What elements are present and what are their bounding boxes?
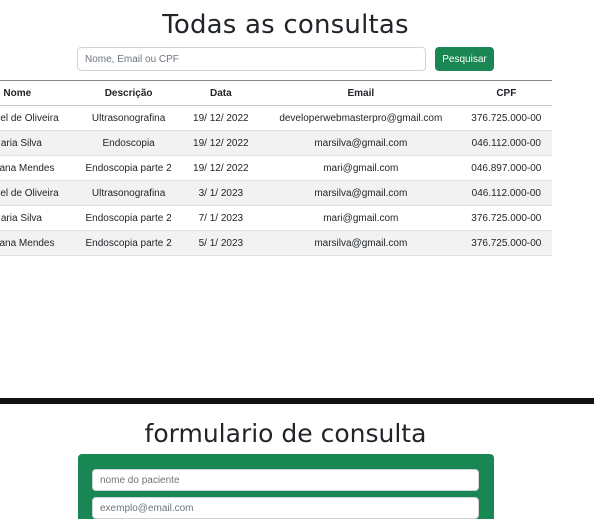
cell-email: mari@gmail.com bbox=[260, 205, 461, 231]
cell-name: Maria Silva bbox=[0, 205, 77, 231]
table-row: Gabriel de Oliveira Ultrasonografina 3/ … bbox=[0, 180, 552, 206]
cell-date: 7/ 1/ 2023 bbox=[180, 205, 261, 231]
table-header-row: Nome Descrição Data Email CPF bbox=[0, 80, 552, 106]
table-row: Mariana Mendes Endoscopia parte 2 19/ 12… bbox=[0, 155, 552, 181]
cell-cpf: 376.725.000-00 bbox=[460, 105, 552, 131]
table-row: Gabriel de Oliveira Ultrasonografina 19/… bbox=[0, 105, 552, 131]
consulta-form bbox=[78, 454, 494, 519]
cell-email: developerwebmasterpro@gmail.com bbox=[260, 105, 461, 131]
cell-description: Endoscopia bbox=[76, 130, 181, 156]
cell-description: Ultrasonografina bbox=[76, 180, 181, 206]
patient-name-field[interactable] bbox=[92, 469, 479, 491]
cell-date: 5/ 1/ 2023 bbox=[180, 230, 261, 256]
email-field[interactable] bbox=[92, 497, 479, 519]
cell-email: marsilva@gmail.com bbox=[260, 130, 461, 156]
column-header-date: Data bbox=[209, 87, 232, 99]
form-title: formulario de consulta bbox=[144, 419, 427, 448]
cell-name: Mariana Mendes bbox=[0, 155, 77, 181]
cell-description: Ultrasonografina bbox=[76, 105, 181, 131]
consultas-table: Nome Descrição Data Email CPF Gabriel de… bbox=[0, 80, 552, 256]
column-header-cpf: CPF bbox=[496, 87, 517, 99]
search-input[interactable] bbox=[77, 47, 426, 71]
cell-description: Endoscopia parte 2 bbox=[76, 230, 181, 256]
cell-name: Maria Silva bbox=[0, 130, 77, 156]
table-row: Maria Silva Endoscopia 19/ 12/ 2022 mars… bbox=[0, 130, 552, 156]
cell-cpf: 376.725.000-00 bbox=[460, 230, 552, 256]
cell-cpf: 046.112.000-00 bbox=[460, 130, 552, 156]
cell-email: marsilva@gmail.com bbox=[260, 230, 461, 256]
table-row: Mariana Mendes Endoscopia parte 2 5/ 1/ … bbox=[0, 230, 552, 256]
cell-description: Endoscopia parte 2 bbox=[76, 205, 181, 231]
cell-date: 19/ 12/ 2022 bbox=[180, 105, 261, 131]
cell-email: marsilva@gmail.com bbox=[260, 180, 461, 206]
consultas-section: Todas as consultas Pesquisar Nome Descri… bbox=[0, 0, 594, 398]
cell-date: 19/ 12/ 2022 bbox=[180, 130, 261, 156]
page-title: Todas as consultas bbox=[162, 10, 409, 40]
cell-cpf: 376.725.000-00 bbox=[460, 205, 552, 231]
cell-date: 19/ 12/ 2022 bbox=[180, 155, 261, 181]
consultas-table-container: Nome Descrição Data Email CPF Gabriel de… bbox=[0, 80, 594, 256]
column-header-email: Email bbox=[347, 87, 375, 99]
cell-cpf: 046.897.000-00 bbox=[460, 155, 552, 181]
section-divider bbox=[0, 398, 594, 404]
column-header-name: Nome bbox=[3, 87, 32, 99]
cell-description: Endoscopia parte 2 bbox=[76, 155, 181, 181]
cell-cpf: 046.112.000-00 bbox=[460, 180, 552, 206]
table-row: Maria Silva Endoscopia parte 2 7/ 1/ 202… bbox=[0, 205, 552, 231]
cell-email: mari@gmail.com bbox=[260, 155, 461, 181]
column-header-description: Descrição bbox=[104, 87, 153, 99]
cell-date: 3/ 1/ 2023 bbox=[180, 180, 261, 206]
cell-name: Mariana Mendes bbox=[0, 230, 77, 256]
cell-name: Gabriel de Oliveira bbox=[0, 105, 77, 131]
cell-name: Gabriel de Oliveira bbox=[0, 180, 77, 206]
search-button[interactable]: Pesquisar bbox=[435, 47, 494, 71]
